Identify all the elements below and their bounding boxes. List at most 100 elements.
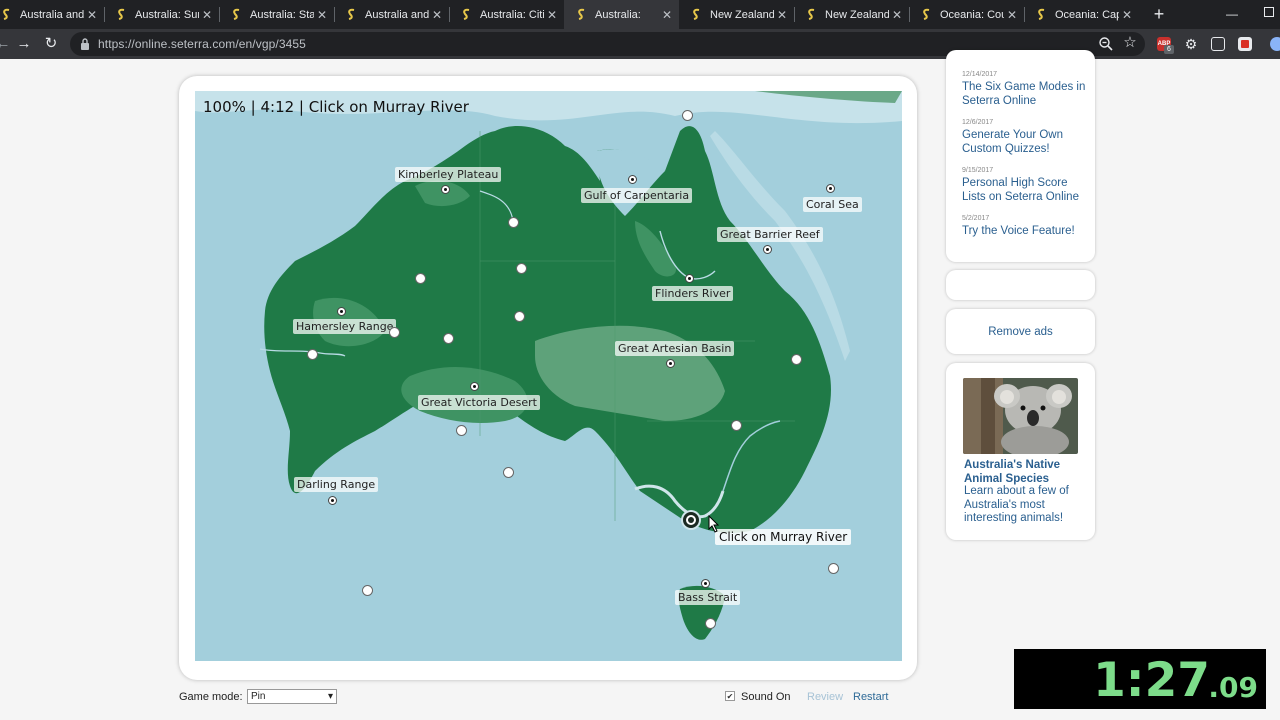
tab-title: Oceania: Cap (1055, 8, 1119, 21)
seterra-favicon-icon (233, 8, 240, 20)
speedrun-timer: 1:27 .09 (1014, 649, 1266, 709)
tab-close-icon[interactable]: ✕ (544, 8, 560, 22)
species-card[interactable]: Australia's Native Animal Species Learn … (946, 363, 1095, 540)
news-item[interactable]: 12/6/2017 Generate Your Own Custom Quizz… (962, 119, 1087, 156)
zoom-out-icon[interactable] (1097, 35, 1115, 53)
map-pin[interactable] (681, 109, 693, 121)
seterra-favicon-icon (463, 8, 470, 20)
news-item[interactable]: 12/14/2017 The Six Game Modes in Seterra… (962, 71, 1087, 108)
browser-tab[interactable]: Australia and ✕ (334, 0, 449, 29)
map-pin[interactable] (507, 216, 519, 228)
glasses-extension-icon[interactable] (1211, 37, 1225, 51)
gear-icon[interactable]: ⚙ (1184, 37, 1198, 51)
map-tooltip: Click on Murray River (715, 529, 852, 545)
map-pin[interactable] (361, 584, 373, 596)
map-pin[interactable] (730, 419, 742, 431)
remove-ads-link[interactable]: Remove ads (946, 326, 1095, 338)
species-title[interactable]: Australia's Native Animal Species (964, 458, 1084, 486)
map-graphic[interactable] (195, 91, 902, 661)
map-pin[interactable] (790, 353, 802, 365)
map-pin[interactable] (306, 348, 318, 360)
seterra-favicon-icon (3, 8, 10, 20)
game-mode-label: Game mode: (179, 691, 243, 703)
browser-tab[interactable]: Oceania: Cou ✕ (909, 0, 1024, 29)
australia-map[interactable]: 100% | 4:12 | Click on Murray River Kimb… (195, 91, 902, 661)
sound-checkbox[interactable]: ✔ (725, 691, 735, 701)
restart-link[interactable]: Restart (853, 691, 888, 703)
map-pin-answered (627, 174, 637, 184)
tab-close-icon[interactable]: ✕ (314, 8, 330, 22)
map-pin[interactable] (502, 466, 514, 478)
back-arrow-icon[interactable]: ← (0, 33, 14, 55)
browser-tab-active[interactable]: Australia: ✕ (564, 0, 679, 29)
browser-tab[interactable]: Australia: Citi ✕ (449, 0, 564, 29)
news-item[interactable]: 5/2/2017 Try the Voice Feature! (962, 215, 1087, 238)
map-pin[interactable] (414, 272, 426, 284)
news-title[interactable]: Personal High Score Lists on Seterra Onl… (962, 176, 1087, 204)
browser-tab[interactable]: New Zealand: ✕ (794, 0, 909, 29)
maximize-window-button[interactable] (1264, 7, 1274, 17)
seterra-favicon-icon (1038, 8, 1045, 20)
game-mode-value: Pin (251, 691, 266, 702)
tab-title: Australia: Stat (250, 8, 314, 21)
bookmark-star-icon[interactable]: ☆ (1121, 34, 1139, 52)
forward-arrow-icon[interactable]: → (13, 33, 35, 55)
news-title[interactable]: The Six Game Modes in Seterra Online (962, 80, 1087, 108)
map-pin-answered (469, 381, 479, 391)
remove-ads-card[interactable]: Remove ads (946, 309, 1095, 354)
reload-icon[interactable]: ↻ (40, 33, 62, 55)
profile-avatar[interactable] (1270, 37, 1280, 51)
game-status-text: 100% | 4:12 | Click on Murray River (203, 98, 469, 116)
browser-tab[interactable]: New Zealand: ✕ (679, 0, 794, 29)
map-pin[interactable] (704, 617, 716, 629)
red-extension-icon[interactable] (1238, 37, 1252, 51)
map-pin[interactable] (442, 332, 454, 344)
map-pin-answered (825, 183, 835, 193)
news-title[interactable]: Generate Your Own Custom Quizzes! (962, 128, 1087, 156)
seterra-favicon-icon (693, 8, 700, 20)
browser-tab[interactable]: Australia: Sur ✕ (104, 0, 219, 29)
tab-title: Australia: Sur (135, 8, 199, 21)
label-bass-strait: Bass Strait (675, 590, 741, 605)
map-pin-answered (700, 578, 710, 588)
tab-close-icon[interactable]: ✕ (429, 8, 445, 22)
tab-close-icon[interactable]: ✕ (84, 8, 100, 22)
map-pin[interactable] (515, 262, 527, 274)
map-pin-answered (762, 244, 772, 254)
label-hamersley-range: Hamersley Range (293, 319, 397, 334)
tab-close-icon[interactable]: ✕ (889, 8, 905, 22)
tab-title: Australia and (20, 8, 84, 21)
map-pin[interactable] (513, 310, 525, 322)
tab-close-icon[interactable]: ✕ (659, 8, 675, 22)
url-text: https://online.seterra.com/en/vgp/3455 (98, 37, 306, 51)
map-pin-answered (336, 306, 346, 316)
tab-close-icon[interactable]: ✕ (199, 8, 215, 22)
label-gulf-of-carpentaria: Gulf of Carpentaria (581, 188, 693, 203)
seterra-favicon-icon (578, 8, 585, 20)
news-title[interactable]: Try the Voice Feature! (962, 224, 1087, 238)
map-pin[interactable] (455, 424, 467, 436)
browser-tab[interactable]: Oceania: Cap ✕ (1024, 0, 1139, 29)
news-date: 9/15/2017 (962, 167, 994, 174)
review-link[interactable]: Review (807, 691, 843, 703)
browser-tab[interactable]: Australia and ✕ (0, 0, 104, 29)
label-kimberley-plateau: Kimberley Plateau (395, 167, 502, 182)
news-date: 5/2/2017 (962, 215, 990, 222)
map-pin[interactable] (827, 562, 839, 574)
tab-close-icon[interactable]: ✕ (1004, 8, 1020, 22)
timer-fraction: .09 (1208, 671, 1258, 704)
map-pin-answered (440, 184, 450, 194)
map-pin[interactable] (388, 326, 400, 338)
game-mode-select[interactable]: Pin (247, 689, 337, 704)
tab-title: Australia: Citi (480, 8, 544, 21)
tab-title: Australia: (595, 8, 641, 21)
news-item[interactable]: 9/15/2017 Personal High Score Lists on S… (962, 167, 1087, 204)
browser-tab[interactable]: Australia: Stat ✕ (219, 0, 334, 29)
map-pin-hovered[interactable] (683, 512, 699, 528)
tab-close-icon[interactable]: ✕ (774, 8, 790, 22)
koala-image[interactable] (963, 378, 1078, 454)
lock-icon (81, 38, 89, 50)
new-tab-button[interactable]: + (1149, 4, 1169, 24)
minimize-window-button[interactable]: — (1224, 4, 1240, 24)
tab-close-icon[interactable]: ✕ (1119, 8, 1135, 22)
